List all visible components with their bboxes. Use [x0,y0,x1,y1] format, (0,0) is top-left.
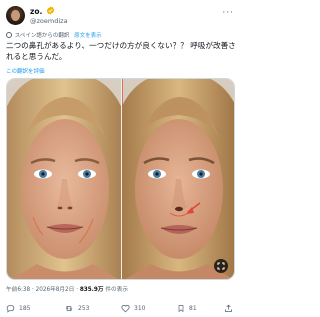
translation-label: スペイン語からの翻訳 [14,33,70,39]
tweet-header: zo. @zoemdiza ··· [6,4,234,30]
reply-count: 185 [19,304,31,312]
rate-translation-link[interactable]: この翻訳を評価 [6,67,45,75]
like-count: 310 [134,304,146,312]
tweet-text: 二つの鼻孔があるより、一つだけの方が良くない？？ 呼吸が改善されると思うんだ。 [6,41,236,61]
action-bar: 185 253 310 81 [6,302,234,314]
photo-original-face[interactable] [7,79,121,279]
tweet-date[interactable]: 2026年8月2日 [36,287,75,293]
show-original-link[interactable]: 原文を表示 [74,33,102,39]
avatar[interactable] [6,6,25,25]
bookmark-icon [178,304,184,312]
retweet-icon [65,305,73,311]
translation-notice: スペイン語からの翻訳 原文を表示 [6,31,234,40]
expand-media-button[interactable] [214,259,228,273]
reply-button[interactable]: 185 [6,302,30,314]
handle[interactable]: @zoemdiza [30,17,68,25]
share-icon [225,304,232,312]
tweet-time[interactable]: 午前6:38 [6,287,30,293]
views-count: 835.9万 [79,287,104,293]
display-name[interactable]: zo. [30,7,42,16]
expand-icon [217,262,225,270]
verified-badge-icon [46,6,55,15]
bookmark-button[interactable]: 81 [177,302,197,314]
photo-edited-face[interactable] [122,79,234,279]
meta-separator: · [31,287,34,293]
tweet-media[interactable] [6,78,235,280]
tweet-meta: 午前6:38 · 2026年8月2日 · 835.9万 件の表示 [6,284,128,293]
reply-icon [6,304,15,313]
heart-icon [121,304,130,312]
globe-icon [6,32,12,38]
meta-separator: · [76,287,78,293]
views-label: 件の表示 [105,287,129,293]
retweet-button[interactable]: 253 [64,302,89,314]
share-button[interactable] [224,302,237,314]
more-options-icon[interactable]: ··· [222,8,234,18]
like-button[interactable]: 310 [121,302,145,314]
bookmark-count: 81 [189,304,197,312]
retweet-count: 253 [78,304,90,312]
